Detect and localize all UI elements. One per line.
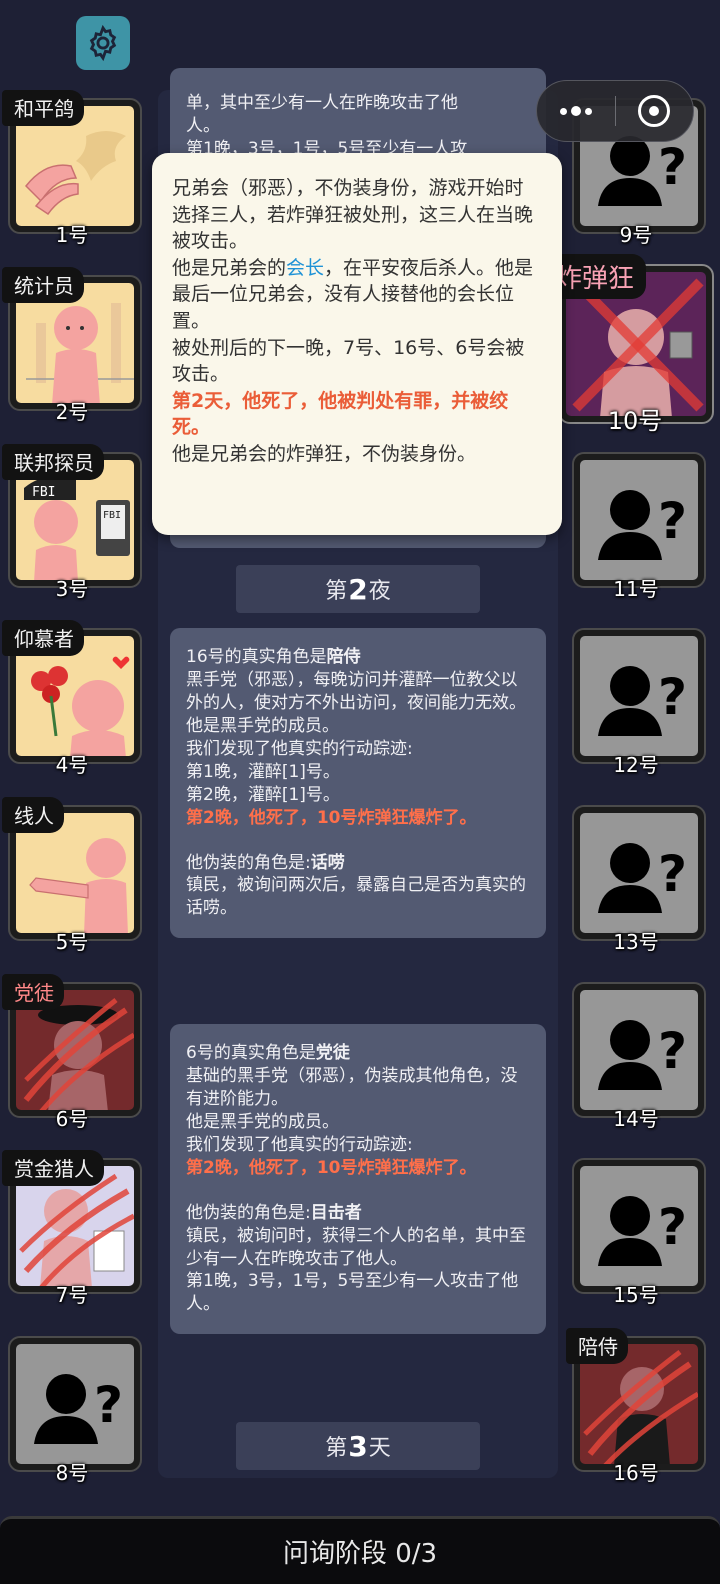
player-4[interactable]: 仰慕者 4号 bbox=[2, 620, 142, 777]
tooltip-role: 他是兄弟会的炸弹狂，不伪装身份。 bbox=[172, 442, 477, 465]
card-desc: 基础的黑手党（邪恶），伪装成其他角色，没有进阶能力。 bbox=[186, 1065, 518, 1109]
partial-line-2: 人。 bbox=[186, 115, 220, 136]
player-14[interactable]: ? 14号 bbox=[566, 982, 706, 1131]
svg-text:?: ? bbox=[658, 1022, 687, 1080]
unknown-user-icon: ? bbox=[598, 1196, 687, 1266]
card-night-2: 第2晚，灌醉[1]号。 bbox=[186, 784, 340, 805]
player-number: 4号 bbox=[55, 753, 89, 777]
unknown-user-icon: ? bbox=[598, 1020, 687, 1090]
player-number: 9号 bbox=[619, 223, 653, 247]
player-number: 11号 bbox=[613, 577, 659, 601]
phase-prefix: 第 bbox=[325, 579, 348, 604]
more-dots-icon bbox=[559, 106, 592, 116]
player-number: 16号 bbox=[613, 1461, 659, 1485]
card-night-1: 第1晚，灌醉[1]号。 bbox=[186, 761, 340, 782]
phase-day-3: 第3天 bbox=[236, 1422, 480, 1470]
card-fake-role: 他伪装的角色是:目击者 bbox=[186, 1202, 362, 1223]
settings-button[interactable] bbox=[76, 16, 130, 70]
tooltip-death: 第2天，他死了，他被判处有罪，并被绞死。 bbox=[172, 389, 509, 439]
player-13[interactable]: ? 13号 bbox=[566, 805, 706, 954]
player-2[interactable]: 统计员 2号 bbox=[2, 267, 142, 424]
phase-night-2: 第2夜 bbox=[236, 565, 480, 613]
role-label: 统计员 bbox=[2, 267, 84, 303]
leader-link[interactable]: 会长 bbox=[286, 257, 324, 279]
svg-text:?: ? bbox=[658, 668, 687, 726]
card-fake-desc: 镇民，被询问两次后，暴露自己是否为真实的话唠。 bbox=[186, 875, 526, 919]
card-desc: 黑手党（邪恶），每晚访问并灌醉一位教父以外的人，使对方不外出访问，夜间能力无效。 bbox=[186, 669, 526, 713]
inquiry-phase-bar[interactable]: 问询阶段 0/3 bbox=[0, 1516, 720, 1584]
phase-number: 2 bbox=[348, 572, 368, 606]
svg-text:?: ? bbox=[658, 1198, 687, 1256]
player-10[interactable]: 炸弹狂 10号 bbox=[544, 254, 716, 435]
svg-text:?: ? bbox=[658, 492, 687, 550]
player-number: 2号 bbox=[55, 400, 89, 424]
player-3[interactable]: FBI FBI 联邦探员 3号 bbox=[2, 444, 142, 601]
phase-number: 3 bbox=[348, 1429, 368, 1463]
player-number: 15号 bbox=[613, 1283, 659, 1307]
player-number: 8号 bbox=[55, 1461, 89, 1485]
svg-text:?: ? bbox=[658, 138, 687, 196]
player-12[interactable]: ? 12号 bbox=[566, 628, 706, 777]
player-5[interactable]: 线人 5号 bbox=[2, 797, 142, 954]
role-label: 线人 bbox=[2, 797, 64, 833]
phase-suffix: 天 bbox=[368, 1436, 391, 1461]
card-trace: 我们发现了他真实的行动踪迹: bbox=[186, 738, 413, 759]
tooltip-execution: 被处刑后的下一晚，7号、16号、6号会被攻击。 bbox=[172, 336, 525, 386]
card-fake-role: 他伪装的角色是:话唠 bbox=[186, 852, 345, 873]
more-button[interactable] bbox=[537, 81, 615, 141]
unknown-user-icon: ? bbox=[598, 490, 687, 560]
player-15[interactable]: ? 15号 bbox=[566, 1158, 706, 1307]
unknown-user-icon: ? bbox=[34, 1374, 123, 1444]
svg-text:?: ? bbox=[94, 1376, 123, 1434]
player-1[interactable]: 和平鸽 1号 bbox=[2, 90, 142, 247]
close-button[interactable] bbox=[616, 81, 694, 141]
role-label: 党徒 bbox=[2, 974, 64, 1010]
svg-text:FBI: FBI bbox=[32, 485, 55, 500]
unknown-user-icon: ? bbox=[598, 843, 687, 913]
svg-text:?: ? bbox=[658, 845, 687, 903]
player-number: 13号 bbox=[613, 930, 659, 954]
svg-text:FBI: FBI bbox=[103, 510, 121, 521]
role-tooltip[interactable]: 兄弟会（邪恶），不伪装身份，游戏开始时选择三人，若炸弹狂被处刑，这三人在当晚被攻… bbox=[152, 153, 562, 535]
player-number: 12号 bbox=[613, 753, 659, 777]
inquiry-phase-label: 问询阶段 0/3 bbox=[282, 1539, 438, 1569]
player-number: 10号 bbox=[607, 407, 663, 435]
log-card-6: 6号的真实角色是党徒 基础的黑手党（邪恶），伪装成其他角色，没有进阶能力。 他是… bbox=[170, 1024, 546, 1335]
tooltip-leader: 他是兄弟会的会长，在平安夜后杀人。他是最后一位兄弟会，没有人接替他的会长位置。 bbox=[172, 256, 534, 332]
card-member: 他是黑手党的成员。 bbox=[186, 715, 339, 736]
phase-prefix: 第 bbox=[325, 1436, 348, 1461]
player-number: 6号 bbox=[55, 1107, 89, 1131]
role-label: 赏金猎人 bbox=[2, 1150, 104, 1186]
player-8[interactable]: ? 8号 bbox=[2, 1336, 142, 1485]
player-number: 3号 bbox=[55, 577, 89, 601]
player-number: 14号 bbox=[613, 1107, 659, 1131]
player-number: 1号 bbox=[55, 223, 89, 247]
card-title: 6号的真实角色是党徒 bbox=[186, 1043, 350, 1063]
role-label: 陪侍 bbox=[566, 1328, 628, 1364]
card-member: 他是黑手党的成员。 bbox=[186, 1111, 339, 1132]
player-16[interactable]: 陪侍 16号 bbox=[566, 1328, 706, 1485]
player-7[interactable]: 赏金猎人 7号 bbox=[2, 1150, 142, 1307]
target-circle-icon bbox=[638, 95, 671, 127]
role-label: 和平鸽 bbox=[2, 90, 84, 126]
log-card-16: 16号的真实角色是陪侍 黑手党（邪恶），每晚访问并灌醉一位教父以外的人，使对方不… bbox=[170, 628, 546, 939]
miniprogram-capsule bbox=[536, 80, 694, 142]
card-night-1: 第1晚，3号，1号，5号至少有一人攻击了他人。 bbox=[186, 1271, 519, 1315]
phase-suffix: 夜 bbox=[368, 579, 391, 604]
player-number: 5号 bbox=[55, 930, 89, 954]
player-11[interactable]: ? 11号 bbox=[566, 452, 706, 601]
partial-line-1: 单，其中至少有一人在昨晚攻击了他 bbox=[186, 93, 458, 113]
card-death: 第2晚，他死了，10号炸弹狂爆炸了。 bbox=[186, 807, 477, 828]
card-fake-desc: 镇民，被询问时，获得三个人的名单，其中至少有一人在昨晚攻击了他人。 bbox=[186, 1225, 526, 1269]
card-title: 16号的真实角色是陪侍 bbox=[186, 647, 361, 667]
role-label: 联邦探员 bbox=[2, 444, 104, 480]
role-label: 仰慕者 bbox=[2, 620, 84, 656]
card-trace: 我们发现了他真实的行动踪迹: bbox=[186, 1134, 413, 1155]
player-6[interactable]: 党徒 6号 bbox=[2, 974, 142, 1131]
player-number: 7号 bbox=[55, 1283, 89, 1307]
tooltip-desc: 兄弟会（邪恶），不伪装身份，游戏开始时选择三人，若炸弹狂被处刑，这三人在当晚被攻… bbox=[172, 177, 534, 253]
card-death: 第2晚，他死了，10号炸弹狂爆炸了。 bbox=[186, 1157, 477, 1178]
gear-icon bbox=[89, 24, 117, 62]
unknown-user-icon: ? bbox=[598, 666, 687, 736]
